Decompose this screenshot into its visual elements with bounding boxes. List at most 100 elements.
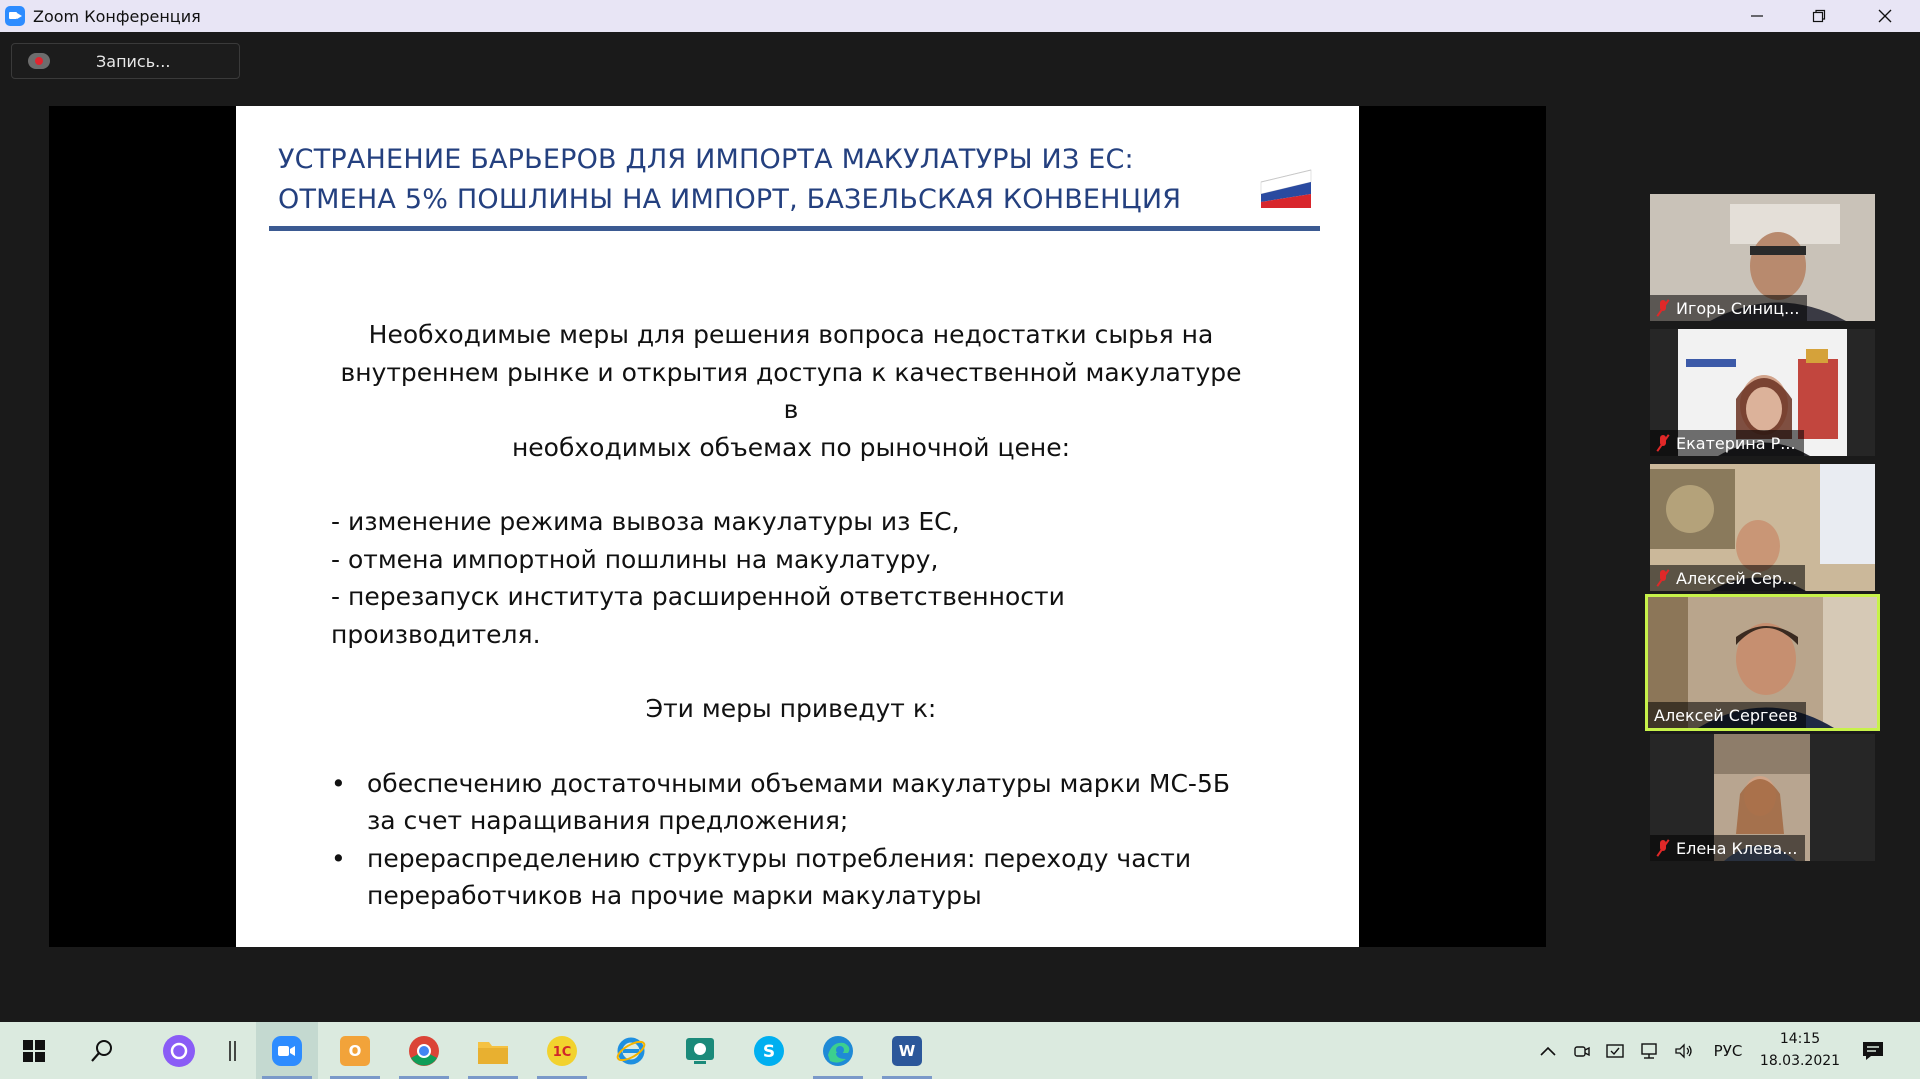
shared-screen[interactable]: УСТРАНЕНИЕ БАРЬЕРОВ ДЛЯ ИМПОРТА МАКУЛАТУ… [49, 106, 1546, 947]
recording-label: Запись... [96, 51, 171, 71]
measure-item: - изменение режима вывоза макулатуры из … [331, 507, 960, 536]
input-language[interactable]: РУС [1710, 1022, 1746, 1079]
action-center-button[interactable] [1858, 1022, 1888, 1079]
close-button[interactable] [1855, 0, 1915, 32]
skype-icon: S [754, 1035, 784, 1066]
restore-icon [1812, 9, 1826, 23]
participant-name: Елена Клева... [1676, 838, 1798, 858]
close-icon [1878, 9, 1892, 23]
clock-date: 18.03.2021 [1759, 1053, 1841, 1069]
participant-tile[interactable]: Елена Клева... [1650, 734, 1875, 861]
slide-text-line: внутреннем рынке и открытия доступа к ка… [340, 357, 1242, 425]
zoom-icon [272, 1035, 302, 1066]
measures-list: - изменение режима вывоза макулатуры из … [331, 503, 1251, 653]
notifications-icon [1863, 1041, 1883, 1060]
result-item: обеспечению достаточными объемами макула… [331, 765, 1251, 840]
tray-meet-now[interactable] [1570, 1022, 1594, 1079]
network-icon [1641, 1042, 1657, 1059]
alice-assistant-icon [163, 1034, 195, 1067]
taskbar-edge[interactable] [807, 1022, 869, 1079]
result-line: переработчиков на прочие марки макулатур… [367, 881, 982, 910]
word-icon: W [892, 1035, 922, 1066]
svg-text:S: S [763, 1042, 775, 1062]
minimize-icon [1751, 15, 1763, 17]
chrome-icon [409, 1035, 439, 1066]
participant-tile[interactable]: Алексей Сер... [1650, 464, 1875, 591]
windows-logo-icon [23, 1039, 45, 1062]
participant-tile[interactable]: Игорь Синиц... [1650, 194, 1875, 321]
tray-volume[interactable] [1671, 1022, 1697, 1079]
search-icon [91, 1039, 112, 1062]
window-title-bar: Zoom Конференция [0, 0, 1920, 32]
restore-button[interactable] [1789, 0, 1849, 32]
outlook-icon: O [340, 1035, 370, 1066]
minimize-button[interactable] [1727, 0, 1787, 32]
measure-item: производителя. [331, 619, 541, 649]
slide-text-line: Необходимые меры для решения вопроса нед… [368, 320, 1214, 349]
mic-muted-icon [1656, 299, 1670, 317]
measure-item: - перезапуск института расширенной ответ… [331, 582, 1065, 611]
taskbar-zoom[interactable] [256, 1022, 318, 1079]
slide-text-line: необходимых объемах по рыночной цене: [511, 432, 1071, 462]
slide-intro: Необходимые меры для решения вопроса нед… [331, 316, 1251, 466]
taskbar-1c[interactable]: 1C [531, 1022, 593, 1079]
assistant-button[interactable] [148, 1022, 210, 1079]
meeting-window: Запись... УСТРАНЕНИЕ БАРЬЕРОВ ДЛЯ ИМПОРТ… [0, 32, 1920, 1022]
taskbar: O 1C S W РУС 14:15 18.03.2021 [0, 1022, 1920, 1079]
internet-explorer-icon [616, 1037, 646, 1064]
tray-overflow-button[interactable] [1536, 1022, 1560, 1079]
slide-title-line: УСТРАНЕНИЕ БАРЬЕРОВ ДЛЯ ИМПОРТА МАКУЛАТУ… [278, 144, 1134, 175]
result-line: перераспределению структуры потребления:… [367, 843, 1192, 873]
tray-network[interactable] [1637, 1022, 1663, 1079]
russian-flag-icon [1260, 169, 1312, 208]
taskbar-app[interactable] [669, 1022, 731, 1079]
taskbar-outlook[interactable]: O [324, 1022, 386, 1079]
edge-icon [823, 1035, 853, 1066]
1c-icon: 1C [547, 1035, 577, 1066]
participant-name-row: Игорь Синиц... [1650, 295, 1808, 321]
task-view-icon [229, 1040, 236, 1061]
meet-now-icon [1574, 1045, 1590, 1057]
participant-name-row: Елена Клева... [1650, 835, 1806, 861]
monitor-app-icon [686, 1037, 714, 1064]
mic-muted-icon [1656, 434, 1670, 452]
presentation-slide: УСТРАНЕНИЕ БАРЬЕРОВ ДЛЯ ИМПОРТА МАКУЛАТУ… [236, 106, 1359, 947]
tray-status-icon [1606, 1043, 1624, 1058]
measure-item: - отмена импортной пошлины на макулатуру… [331, 544, 939, 574]
participant-name-row: Алексей Сергеев [1648, 702, 1806, 728]
active-speaker-tile[interactable]: Алексей Сергеев [1645, 594, 1880, 731]
recording-indicator-button[interactable]: Запись... [11, 43, 240, 79]
taskbar-clock[interactable]: 14:15 18.03.2021 [1755, 1028, 1845, 1072]
mic-muted-icon [1656, 839, 1670, 857]
taskbar-explorer[interactable] [462, 1022, 524, 1079]
results-list: обеспечению достаточными объемами макула… [331, 765, 1251, 915]
participant-name-row: Алексей Сер... [1650, 565, 1806, 591]
taskbar-skype[interactable]: S [738, 1022, 800, 1079]
participant-name: Игорь Синиц... [1676, 298, 1800, 318]
participant-name: Екатерина Р... [1676, 433, 1796, 453]
start-button[interactable] [3, 1022, 65, 1079]
participant-name: Алексей Сер... [1676, 568, 1798, 588]
folder-icon [478, 1041, 508, 1064]
task-view-button[interactable] [203, 1022, 263, 1079]
taskbar-chrome[interactable] [393, 1022, 455, 1079]
result-item: перераспределению структуры потребления:… [331, 840, 1251, 915]
recording-cloud-icon [28, 53, 50, 69]
window-title: Zoom Конференция [33, 6, 201, 26]
chevron-up-icon [1540, 1046, 1556, 1056]
result-line: за счет наращивания предложения; [367, 806, 849, 835]
slide-title-line: ОТМЕНА 5% ПОШЛИНЫ НА ИМПОРТ, БАЗЕЛЬСКАЯ … [278, 184, 1182, 215]
search-button[interactable] [71, 1022, 133, 1079]
tray-app-status[interactable] [1603, 1022, 1629, 1079]
taskbar-internet-explorer[interactable] [600, 1022, 662, 1079]
zoom-app-icon [5, 6, 25, 26]
participant-name: Алексей Сергеев [1654, 705, 1798, 725]
results-heading: Эти меры приведут к: [645, 694, 937, 723]
participant-tile[interactable]: Екатерина Р... [1650, 329, 1875, 456]
taskbar-word[interactable]: W [876, 1022, 938, 1079]
slide-body: Необходимые меры для решения вопроса нед… [331, 316, 1251, 915]
slide-title: УСТРАНЕНИЕ БАРЬЕРОВ ДЛЯ ИМПОРТА МАКУЛАТУ… [278, 140, 1238, 220]
clock-time: 14:15 [1779, 1031, 1821, 1047]
participant-name-row: Екатерина Р... [1650, 430, 1804, 456]
mic-muted-icon [1656, 569, 1670, 587]
